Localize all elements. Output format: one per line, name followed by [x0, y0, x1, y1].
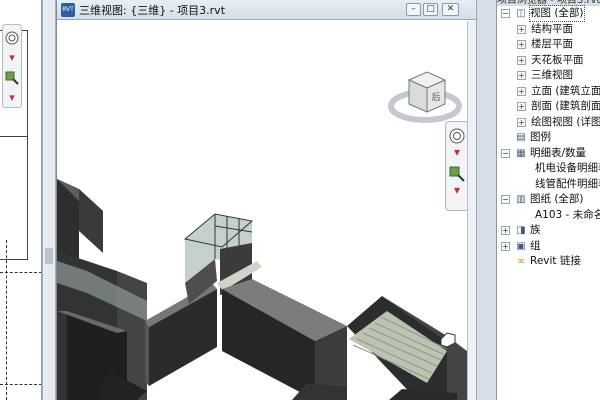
- steering-wheel-icon[interactable]: [449, 128, 465, 144]
- tree-item-label: 族: [530, 224, 541, 236]
- tree-item[interactable]: + ▣ 组: [497, 239, 600, 255]
- tree-item-label: 剖面 (建筑剖面): [531, 100, 600, 112]
- tree-item[interactable]: + 结构平面: [497, 22, 600, 38]
- tree-item-label: 视图 (全部): [529, 5, 585, 22]
- groups-icon: ▣: [516, 240, 526, 252]
- collapse-toggle[interactable]: −: [501, 9, 510, 18]
- scroll-thumb[interactable]: [45, 248, 53, 264]
- chevron-down-icon[interactable]: ▾: [449, 182, 465, 198]
- chevron-down-icon[interactable]: ▾: [5, 51, 19, 65]
- expand-toggle[interactable]: +: [517, 117, 526, 127]
- cube-face-label: 后: [431, 92, 440, 103]
- tree-item[interactable]: 机电设备明细表: [497, 161, 600, 177]
- tree-item[interactable]: + 三维视图: [497, 68, 600, 84]
- chevron-down-icon[interactable]: ▾: [449, 144, 465, 160]
- tree-item-label: 组: [530, 239, 541, 252]
- project-browser[interactable]: 项目浏览器 - 项目3.rvt − ◫ 视图 (全部) + 结构平面 + 楼层平面 + 天花板平…: [496, 0, 600, 400]
- maximize-icon: □: [426, 4, 435, 14]
- tree-item[interactable]: A103 - 未命名: [497, 208, 600, 224]
- collapse-toggle[interactable]: −: [501, 148, 510, 158]
- 3d-viewport[interactable]: 后 ▾ ▾: [57, 21, 467, 400]
- tree-item[interactable]: − ◫ 视图 (全部): [497, 5, 600, 22]
- minimize-button[interactable]: –: [406, 3, 421, 16]
- tree-item-label: Revit 链接: [530, 255, 581, 267]
- views-icon: ◫: [516, 8, 526, 19]
- title-bar[interactable]: RVT 三维视图: {三维} - 项目3.rvt – □ ✕: [57, 0, 477, 20]
- tree-item-label: 图例: [530, 131, 551, 143]
- chevron-down-icon[interactable]: ▾: [5, 91, 19, 105]
- expand-toggle[interactable]: +: [517, 55, 526, 65]
- tree-item-label: 天花板平面: [531, 53, 584, 66]
- tree-item-label: 明细表/数量: [530, 146, 587, 159]
- tree-item[interactable]: + 天花板平面: [497, 53, 600, 69]
- schedule-icon: ▦: [516, 147, 526, 159]
- expand-toggle[interactable]: +: [517, 24, 526, 34]
- tree-item-label: 图纸 (全部): [530, 193, 584, 205]
- left-view-divider: [0, 136, 28, 137]
- minimize-icon: –: [411, 4, 416, 14]
- main-view-window[interactable]: RVT 三维视图: {三维} - 项目3.rvt – □ ✕ 后 ▾ ▾: [56, 0, 477, 400]
- tree-item-label: 楼层平面: [531, 38, 573, 50]
- close-button[interactable]: ✕: [442, 3, 459, 16]
- tree-item-label: 结构平面: [531, 22, 573, 35]
- rvt-file-icon: RVT: [61, 2, 75, 17]
- navigation-bar[interactable]: ▾ ▾: [445, 121, 467, 211]
- expand-toggle[interactable]: +: [501, 226, 510, 235]
- zoom-icon[interactable]: [5, 71, 19, 85]
- revit-window: ▾ ▾ RVT 三维视图: {三维} - 项目3.rvt – □ ✕ 后 ▾ ▾…: [0, 0, 600, 400]
- tree-item-label: 线管配件明细表: [535, 177, 600, 190]
- families-icon: ◨: [516, 225, 526, 236]
- left-navigation-bar[interactable]: ▾ ▾: [2, 24, 22, 108]
- expand-toggle[interactable]: +: [517, 102, 526, 111]
- tree-item-label: 机电设备明细表: [535, 162, 600, 174]
- expand-toggle[interactable]: +: [517, 40, 526, 49]
- expand-toggle[interactable]: +: [501, 241, 510, 251]
- legend-icon: ▤: [516, 132, 526, 143]
- maximize-button[interactable]: □: [423, 3, 438, 16]
- expand-toggle[interactable]: +: [517, 86, 526, 96]
- window-title: 三维视图: {三维} - 项目3.rvt: [79, 3, 226, 17]
- tree-item[interactable]: + 绘图视图 (详图): [497, 115, 600, 131]
- tree-item[interactable]: 线管配件明细表: [497, 177, 600, 193]
- steering-wheel-icon[interactable]: [5, 31, 19, 45]
- expand-toggle[interactable]: +: [517, 71, 526, 80]
- tree-item-label: A103 - 未命名: [535, 208, 600, 221]
- tree-item-label: 三维视图: [531, 69, 573, 81]
- left-view-pane[interactable]: ▾ ▾: [0, 0, 42, 400]
- tree-item[interactable]: + 剖面 (建筑剖面): [497, 99, 600, 115]
- revit-link-icon: ∞: [516, 256, 526, 267]
- tree-item[interactable]: − ▥ 图纸 (全部): [497, 192, 600, 208]
- tree-item[interactable]: + 立面 (建筑立面): [497, 84, 600, 100]
- tree-item[interactable]: − ▦ 明细表/数量: [497, 146, 600, 162]
- wall-block: [145, 321, 149, 386]
- zoom-icon[interactable]: [449, 166, 465, 182]
- left-scrollbar[interactable]: [42, 0, 56, 400]
- left-view-gridline: [6, 240, 7, 400]
- browser-tree[interactable]: − ◫ 视图 (全部) + 结构平面 + 楼层平面 + 天花板平面 + 三维视图 + 立面 (建筑立面)…: [497, 5, 600, 270]
- panel-splitter[interactable]: [476, 0, 496, 400]
- wall-block: [79, 189, 103, 253]
- tree-item-label: 绘图视图 (详图): [531, 115, 600, 128]
- collapse-toggle[interactable]: −: [501, 195, 510, 204]
- close-icon: ✕: [446, 4, 455, 14]
- tree-item-label: 立面 (建筑立面): [531, 84, 600, 97]
- tree-item[interactable]: + 楼层平面: [497, 37, 600, 53]
- tree-item[interactable]: + ◨ 族: [497, 223, 600, 239]
- tree-item[interactable]: ▤ 图例: [497, 130, 600, 146]
- sheets-icon: ▥: [516, 194, 526, 205]
- tree-item[interactable]: ∞ Revit 链接: [497, 254, 600, 270]
